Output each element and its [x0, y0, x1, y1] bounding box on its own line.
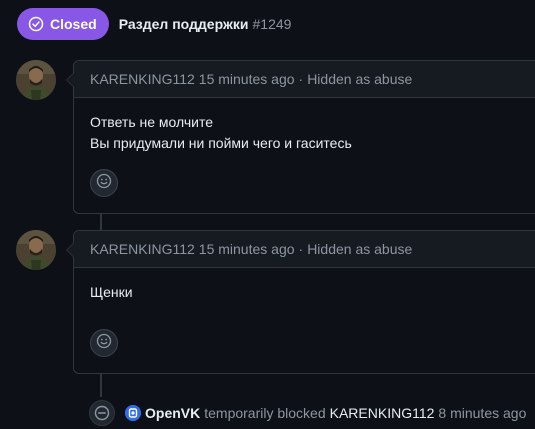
add-reaction-button[interactable] — [90, 169, 118, 197]
comment-timestamp[interactable]: 15 minutes ago — [199, 241, 295, 257]
comment: KARENKING112 15 minutes ago · Hidden as … — [66, 60, 535, 214]
separator: · — [298, 71, 304, 87]
smiley-icon — [96, 333, 112, 354]
add-reaction-button[interactable] — [90, 329, 118, 357]
event-subject[interactable]: KARENKING112 — [330, 405, 435, 421]
issue-number: #1249 — [252, 16, 292, 32]
comment: KARENKING112 15 minutes ago · Hidden as … — [66, 230, 535, 374]
comment-timestamp[interactable]: 15 minutes ago — [199, 71, 295, 87]
comment-header: KARENKING112 15 minutes ago · Hidden as … — [74, 61, 535, 98]
issue-page: Closed Раздел поддержки #1249 KARENKING11… — [0, 0, 535, 429]
separator: · — [298, 241, 304, 257]
event-timestamp[interactable]: 8 minutes ago — [438, 405, 526, 421]
comment-author[interactable]: KARENKING112 — [90, 241, 195, 257]
issue-title-text: Раздел поддержки — [118, 16, 249, 32]
avatar[interactable] — [16, 60, 56, 100]
comment-line: Щенки — [90, 284, 133, 300]
hidden-status: Hidden as abuse — [307, 241, 413, 257]
timeline-event: OpenVK temporarily blocked KARENKING112 … — [89, 400, 526, 426]
actor-avatar[interactable] — [125, 405, 141, 421]
issue-header: Closed Раздел поддержки #1249 — [17, 8, 291, 40]
issue-closed-icon — [28, 16, 44, 32]
avatar[interactable] — [16, 230, 56, 270]
event-action: temporarily blocked — [204, 405, 326, 421]
event-actor[interactable]: OpenVK — [145, 405, 200, 421]
comment-header: KARENKING112 15 minutes ago · Hidden as … — [74, 231, 535, 268]
issue-title: Раздел поддержки #1249 — [119, 16, 292, 32]
timeline-line — [100, 213, 102, 231]
closed-state-badge: Closed — [17, 8, 109, 40]
blocked-icon — [89, 400, 115, 426]
comment-line: Вы придумали ни пойми чего и гаситесь — [90, 135, 352, 151]
comment-line: Ответь не молчите — [90, 114, 214, 130]
hidden-status: Hidden as abuse — [307, 71, 413, 87]
comment-body: Ответь не молчите Вы придумали ни пойми … — [74, 98, 535, 154]
state-label: Closed — [50, 16, 97, 32]
comment-body: Щенки — [74, 268, 535, 303]
smiley-icon — [96, 173, 112, 194]
comment-author[interactable]: KARENKING112 — [90, 71, 195, 87]
timeline-line — [100, 373, 102, 397]
